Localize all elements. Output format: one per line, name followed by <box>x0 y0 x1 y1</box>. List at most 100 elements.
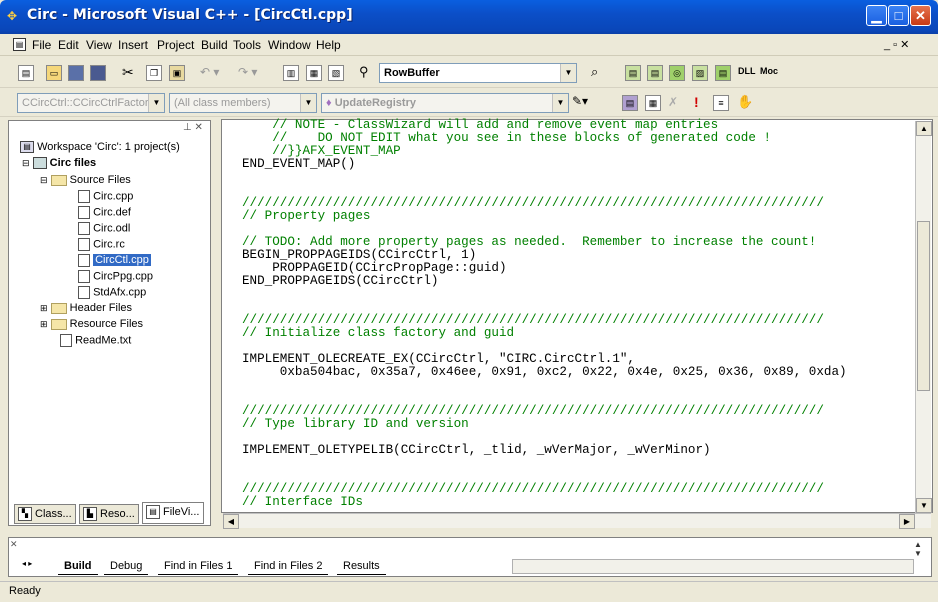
file-item[interactable]: Circ.def <box>78 206 131 219</box>
window-list-icon[interactable]: ▧ <box>328 65 344 81</box>
tab-find-in-files-2[interactable]: Find in Files 2 <box>248 559 329 575</box>
file-item[interactable]: CircPpg.cpp <box>78 270 153 283</box>
moc-icon[interactable]: Moc <box>760 66 778 76</box>
workspace-toggle-icon[interactable]: ▥ <box>283 65 299 81</box>
find-icon[interactable]: ⌕ <box>591 64 598 80</box>
file-item[interactable]: Circ.cpp <box>78 190 133 203</box>
build-icon[interactable]: ▤ <box>647 65 663 81</box>
find-combo[interactable]: RowBuffer <box>379 63 577 83</box>
menu-window[interactable]: Window <box>268 38 311 52</box>
scroll-down-icon[interactable]: ▼ <box>916 498 932 513</box>
hand-icon[interactable]: ✋ <box>737 94 753 110</box>
tab-find-in-files-1[interactable]: Find in Files 1 <box>158 559 239 575</box>
close-button[interactable]: ✕ <box>910 5 931 26</box>
find-combo-dropdown[interactable]: ▼ <box>560 64 576 82</box>
class-wizard-icon[interactable]: ▤ <box>622 95 638 111</box>
tab-debug[interactable]: Debug <box>104 559 149 575</box>
redo-icon[interactable]: ↷ ▾ <box>238 65 257 79</box>
menu-file[interactable]: File <box>32 38 51 52</box>
tab-build[interactable]: Build <box>58 559 98 575</box>
rebuild-icon[interactable]: ◎ <box>669 65 685 81</box>
code-line[interactable]: END_PROPPAGEIDS(CCircCtrl) <box>242 275 847 288</box>
tab-scroll-icons[interactable]: ◂ ▸ <box>22 559 32 568</box>
code-line[interactable]: // Interface IDs <box>242 496 847 509</box>
code-line[interactable]: // Initialize class factory and guid <box>242 327 847 340</box>
find-in-files-icon[interactable]: ⚲ <box>359 64 369 80</box>
menu-insert[interactable]: Insert <box>118 38 148 52</box>
collapse-icon[interactable]: ⊟ <box>40 175 48 185</box>
class-combo[interactable]: CCircCtrl::CCircCtrlFactory <box>17 93 165 113</box>
collapse-icon[interactable]: ⊟ <box>22 158 30 168</box>
mdi-controls[interactable]: _ ▫ ✕ <box>884 38 909 51</box>
workspace-root[interactable]: ▤ Workspace 'Circ': 1 project(s) <box>20 141 180 154</box>
expand-icon[interactable]: ⊞ <box>40 303 48 313</box>
scroll-up-icon[interactable]: ▲ <box>916 121 932 136</box>
project-node[interactable]: ⊟ Circ files <box>22 157 96 170</box>
code-line[interactable]: END_EVENT_MAP() <box>242 158 847 171</box>
code-line[interactable] <box>242 379 847 392</box>
batch-build-icon[interactable]: ▨ <box>692 65 708 81</box>
code-line[interactable]: // Property pages <box>242 210 847 223</box>
file-item[interactable]: Circ.odl <box>78 222 130 235</box>
dll-icon[interactable]: DLL <box>738 66 756 76</box>
undo-icon[interactable]: ↶ ▾ <box>200 65 219 79</box>
compile-icon[interactable]: ▤ <box>625 65 641 81</box>
function-combo[interactable]: ♦ UpdateRegistry <box>321 93 569 113</box>
paste-icon[interactable]: ▣ <box>169 65 185 81</box>
remove-breakpoints-icon[interactable]: ✗ <box>668 95 678 109</box>
header-folder[interactable]: ⊞ Header Files <box>40 302 132 314</box>
list-icon[interactable]: ≡ <box>713 95 729 111</box>
members-combo[interactable]: (All class members) <box>169 93 317 113</box>
code-line[interactable] <box>242 457 847 470</box>
minimize-button[interactable]: ▁ <box>866 5 887 26</box>
menu-view[interactable]: View <box>86 38 112 52</box>
code-text[interactable]: // NOTE - ClassWizard will add and remov… <box>242 119 847 509</box>
tab-class-view[interactable]: ▚ Class... <box>14 504 76 524</box>
cut-icon[interactable]: ✂ <box>122 64 134 81</box>
save-build-icon[interactable]: ▤ <box>715 65 731 81</box>
source-folder[interactable]: ⊟ Source Files <box>40 174 131 186</box>
menu-tools[interactable]: Tools <box>233 38 261 52</box>
open-icon[interactable]: ▭ <box>46 65 62 81</box>
resource-icon[interactable]: ▦ <box>645 95 661 111</box>
menu-project[interactable]: Project <box>157 38 194 52</box>
code-line[interactable]: 0xba504bac, 0x35a7, 0x46ee, 0x91, 0xc2, … <box>242 366 847 379</box>
output-scroll-icon[interactable]: ▲ ▼ <box>914 540 922 558</box>
save-all-icon[interactable] <box>90 65 106 81</box>
members-combo-dropdown[interactable]: ▼ <box>300 94 316 112</box>
tab-resource-view[interactable]: ▙ Reso... <box>79 504 139 524</box>
horizontal-scrollbar[interactable]: ◀ ▶ <box>223 513 931 529</box>
tab-file-view[interactable]: ▤ FileVi... <box>142 502 204 524</box>
file-item[interactable]: StdAfx.cpp <box>78 286 146 299</box>
code-line[interactable] <box>242 288 847 301</box>
file-item[interactable]: Circ.rc <box>78 238 125 251</box>
scroll-left-icon[interactable]: ◀ <box>223 514 239 529</box>
menu-edit[interactable]: Edit <box>58 38 79 52</box>
code-line[interactable] <box>242 171 847 184</box>
app-icon[interactable]: ✥ <box>7 10 21 22</box>
save-icon[interactable] <box>68 65 84 81</box>
resource-folder[interactable]: ⊞ Resource Files <box>40 318 143 330</box>
exclamation-icon[interactable]: ! <box>694 94 699 110</box>
expand-icon[interactable]: ⊞ <box>40 319 48 329</box>
scroll-right-icon[interactable]: ▶ <box>899 514 915 529</box>
code-line[interactable]: // Type library ID and version <box>242 418 847 431</box>
copy-icon[interactable]: ❐ <box>146 65 162 81</box>
readme-item[interactable]: ReadMe.txt <box>60 334 131 347</box>
output-hscrollbar[interactable] <box>512 559 914 574</box>
workspace-pane-controls[interactable]: ⊥ ✕ <box>183 122 203 133</box>
new-text-file-icon[interactable]: ▤ <box>18 65 34 81</box>
scroll-thumb[interactable] <box>917 221 930 391</box>
vertical-scrollbar[interactable]: ▲ ▼ <box>915 121 932 514</box>
wizard-action-icon[interactable]: ✎▾ <box>572 94 588 108</box>
menu-help[interactable]: Help <box>316 38 341 52</box>
output-toggle-icon[interactable]: ▦ <box>306 65 322 81</box>
output-close-icon[interactable]: ✕ <box>10 539 18 550</box>
maximize-button[interactable]: □ <box>888 5 909 26</box>
tab-results[interactable]: Results <box>337 559 386 575</box>
file-item-selected[interactable]: CircCtl.cpp <box>78 254 151 267</box>
menu-build[interactable]: Build <box>201 38 228 52</box>
function-combo-dropdown[interactable]: ▼ <box>552 94 568 112</box>
class-combo-dropdown[interactable]: ▼ <box>148 94 164 112</box>
code-line[interactable]: IMPLEMENT_OLETYPELIB(CCircCtrl, _tlid, _… <box>242 444 847 457</box>
